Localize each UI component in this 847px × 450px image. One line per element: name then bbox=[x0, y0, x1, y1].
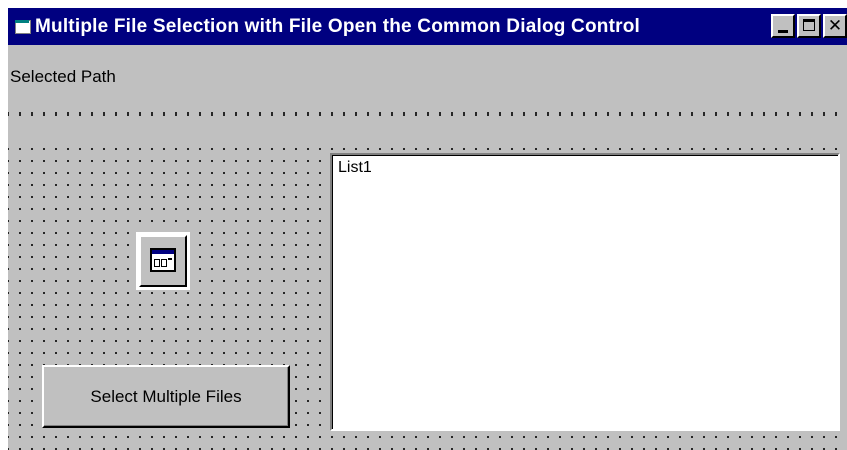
minimize-icon bbox=[778, 30, 788, 33]
close-button[interactable]: ✕ bbox=[823, 14, 847, 38]
selected-path-label-text: Selected Path bbox=[10, 67, 116, 86]
select-multiple-files-button[interactable]: Select Multiple Files bbox=[42, 365, 290, 428]
spacer-band bbox=[8, 117, 847, 147]
main-window: Multiple File Selection with File Open t… bbox=[8, 8, 847, 450]
selected-path-label[interactable]: Selected Path bbox=[8, 45, 847, 105]
title-bar[interactable]: Multiple File Selection with File Open t… bbox=[8, 8, 847, 45]
common-dialog-control[interactable] bbox=[136, 232, 190, 290]
close-icon: ✕ bbox=[827, 16, 843, 36]
file-listbox[interactable]: List1 bbox=[330, 153, 840, 431]
grid-dots-strip bbox=[8, 107, 847, 117]
minimize-button[interactable] bbox=[771, 14, 795, 38]
window-controls: ✕ bbox=[769, 14, 847, 38]
form-design-grid: Selected Path List1 Select Multiple File… bbox=[8, 45, 847, 450]
maximize-button[interactable] bbox=[797, 14, 821, 38]
window-title: Multiple File Selection with File Open t… bbox=[35, 15, 640, 37]
common-dialog-icon bbox=[150, 248, 176, 272]
common-dialog-frame bbox=[139, 235, 187, 287]
form-icon[interactable] bbox=[14, 19, 31, 34]
maximize-icon bbox=[803, 19, 815, 31]
listbox-item: List1 bbox=[338, 159, 372, 176]
